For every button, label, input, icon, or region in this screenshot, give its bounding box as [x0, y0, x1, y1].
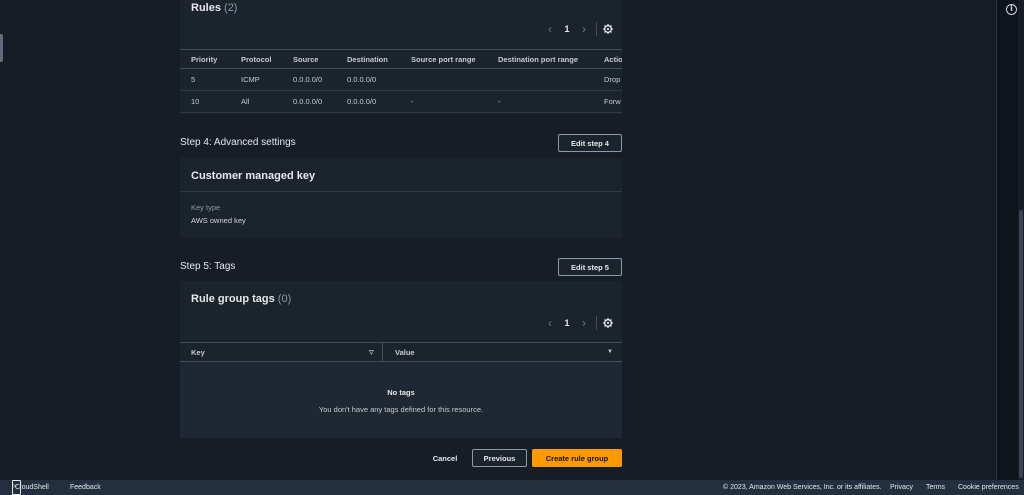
table-cell: All [241, 97, 250, 106]
current-page-number[interactable]: 1 [558, 318, 576, 328]
previous-page-button[interactable]: ‹ [542, 22, 558, 36]
empty-state-title: No tags [387, 388, 415, 397]
table-cell: Forw [604, 97, 621, 106]
side-panel-handle[interactable] [0, 34, 3, 62]
table-cell: - [498, 97, 501, 106]
customer-managed-key-panel: Customer managed key Key type AWS owned … [180, 158, 622, 238]
rules-pagination: ‹ 1 › [542, 22, 615, 36]
tags-heading: Rule group tags (0) [191, 293, 291, 305]
table-cell: 0.0.0.0/0 [293, 97, 323, 106]
gear-icon[interactable] [601, 316, 615, 330]
next-page-button[interactable]: › [576, 316, 592, 330]
column-header[interactable]: Priority [191, 50, 217, 68]
edit-step-4-button[interactable]: Edit step 4 [558, 134, 622, 152]
table-cell: ICMP [241, 75, 260, 84]
cmk-heading: Customer managed key [191, 170, 316, 182]
scrollbar-thumb[interactable] [1019, 210, 1023, 478]
cloudshell-link[interactable]: > CloudShell [12, 480, 49, 495]
console-footer: > CloudShell Feedback © 2023, Amazon Web… [0, 480, 1024, 495]
previous-page-button[interactable]: ‹ [542, 316, 558, 330]
column-header-key[interactable]: Key [191, 343, 205, 362]
rules-count: (2) [224, 2, 238, 14]
info-icon[interactable]: i [1006, 4, 1017, 15]
pager-divider [596, 22, 597, 36]
table-cell: 0.0.0.0/0 [347, 97, 377, 106]
table-row: 10 All 0.0.0.0/0 0.0.0.0/0 - - Forw [180, 91, 622, 113]
column-header[interactable]: Destination [347, 50, 388, 68]
panel-divider [180, 191, 622, 192]
column-header[interactable]: Source [293, 50, 318, 68]
step5-title: Step 5: Tags [180, 261, 236, 272]
key-type-value: AWS owned key [191, 216, 246, 225]
rules-panel: Rules (2) ‹ 1 › Priority Protocol Source… [180, 0, 622, 114]
feedback-link[interactable]: Feedback [70, 480, 101, 495]
pager-divider [596, 316, 597, 330]
tags-empty-state: No tags You don't have any tags defined … [180, 362, 622, 438]
main-content: Rules (2) ‹ 1 › Priority Protocol Source… [0, 0, 996, 480]
edit-step-5-button[interactable]: Edit step 5 [558, 258, 622, 276]
rules-title: Rules [191, 2, 221, 14]
rules-table-header: Priority Protocol Source Destination Sou… [180, 49, 622, 69]
tags-pagination: ‹ 1 › [542, 316, 615, 330]
cookie-preferences-link[interactable]: Cookie preferences [958, 480, 1019, 495]
cancel-button[interactable]: Cancel [424, 449, 466, 467]
column-header[interactable]: Actio [604, 50, 622, 68]
terms-link[interactable]: Terms [926, 480, 945, 495]
previous-button[interactable]: Previous [472, 449, 527, 467]
privacy-link[interactable]: Privacy [890, 480, 913, 495]
left-edge [0, 0, 4, 480]
column-header[interactable]: Source port range [411, 50, 476, 68]
terminal-icon: > [12, 480, 21, 495]
column-header-value[interactable]: Value [395, 343, 415, 362]
rules-heading: Rules (2) [191, 2, 237, 14]
table-cell: - [411, 97, 414, 106]
table-cell: 10 [191, 97, 200, 106]
table-row: 5 ICMP 0.0.0.0/0 0.0.0.0/0 Drop [180, 69, 622, 91]
rule-group-tags-panel: Rule group tags (0) ‹ 1 › Key ▽ Value ▼ … [180, 281, 622, 438]
table-cell: 0.0.0.0/0 [293, 75, 323, 84]
column-header[interactable]: Protocol [241, 50, 271, 68]
next-page-button[interactable]: › [576, 22, 592, 36]
table-cell: Drop [604, 75, 621, 84]
column-divider [382, 343, 383, 362]
sort-down-icon[interactable]: ▼ [607, 349, 613, 355]
tags-table-header: Key ▽ Value ▼ [180, 342, 622, 362]
step4-title: Step 4: Advanced settings [180, 137, 296, 148]
copyright-text: © 2023, Amazon Web Services, Inc. or its… [723, 484, 882, 491]
key-type-label: Key type [191, 203, 221, 212]
column-header[interactable]: Destination port range [498, 50, 578, 68]
create-rule-group-button[interactable]: Create rule group [532, 449, 622, 467]
gear-icon[interactable] [601, 22, 615, 36]
tags-title: Rule group tags [191, 293, 275, 305]
table-cell: 0.0.0.0/0 [347, 75, 377, 84]
current-page-number[interactable]: 1 [558, 24, 576, 34]
empty-state-description: You don't have any tags defined for this… [318, 405, 484, 414]
sort-down-icon[interactable]: ▽ [369, 349, 374, 356]
tags-count: (0) [277, 293, 292, 305]
table-cell: 5 [191, 75, 196, 84]
